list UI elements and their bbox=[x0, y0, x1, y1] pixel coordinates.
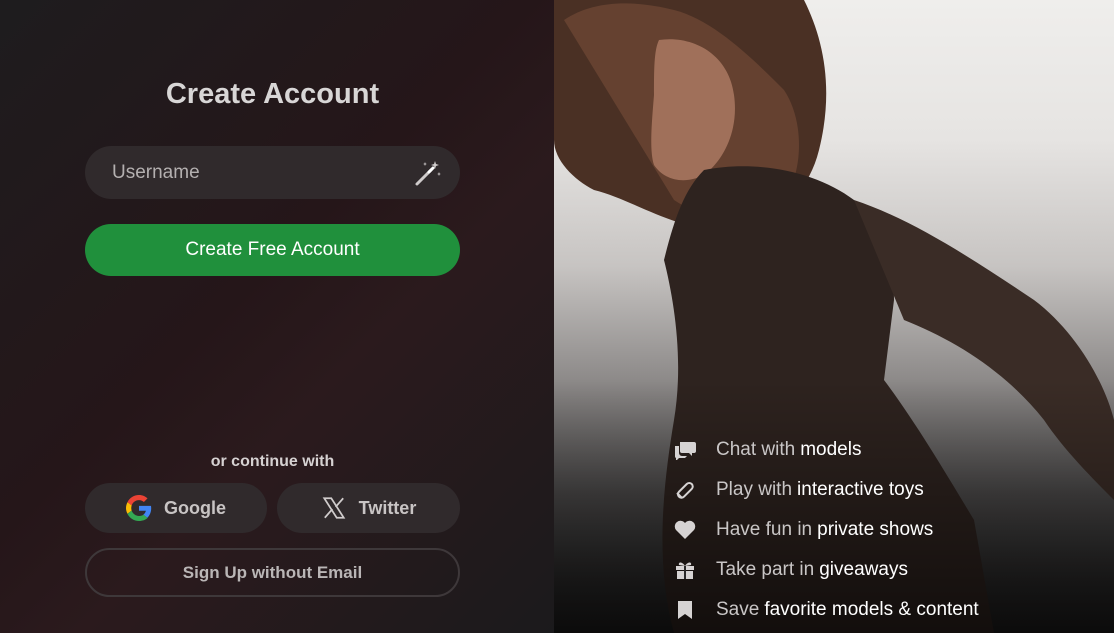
google-signin-button[interactable]: Google bbox=[85, 483, 267, 533]
page-title: Create Account bbox=[165, 78, 380, 110]
bookmark-icon bbox=[674, 599, 696, 621]
toy-icon bbox=[674, 479, 696, 501]
feature-highlight: favorite models & content bbox=[764, 599, 979, 620]
gift-icon bbox=[674, 559, 696, 581]
feature-item: Take part in giveaways bbox=[674, 550, 979, 590]
feature-text: Have fun in bbox=[716, 519, 813, 540]
magic-wand-icon[interactable] bbox=[413, 158, 443, 188]
feature-item: Have fun in private shows bbox=[674, 510, 979, 550]
google-icon bbox=[126, 495, 152, 521]
chat-icon bbox=[674, 439, 696, 461]
feature-text: Take part in bbox=[716, 559, 815, 580]
twitter-label: Twitter bbox=[358, 497, 417, 518]
username-input[interactable] bbox=[112, 161, 402, 184]
heart-icon bbox=[674, 519, 696, 541]
or-continue-label: or continue with bbox=[210, 453, 335, 470]
feature-list: Chat with models Play with interactive toy… bbox=[674, 430, 979, 630]
feature-highlight: models bbox=[800, 439, 862, 460]
twitter-signin-button[interactable]: Twitter bbox=[277, 483, 460, 533]
feature-item: Save favorite models & content bbox=[674, 590, 979, 630]
signup-panel: Create Account Create Free Account or co… bbox=[0, 0, 554, 633]
create-account-button[interactable]: Create Free Account bbox=[85, 224, 460, 276]
feature-item: Play with interactive toys bbox=[674, 470, 979, 510]
feature-highlight: interactive toys bbox=[797, 479, 924, 500]
signup-without-email-button[interactable]: Sign Up without Email bbox=[85, 548, 460, 597]
promo-panel: Chat with models Play with interactive toy… bbox=[554, 0, 1114, 633]
google-label: Google bbox=[164, 497, 226, 518]
feature-highlight: giveaways bbox=[819, 559, 908, 580]
feature-text: Chat with bbox=[716, 439, 796, 460]
feature-text: Play with bbox=[716, 479, 793, 500]
username-field-wrapper bbox=[85, 146, 460, 199]
feature-item: Chat with models bbox=[674, 430, 979, 470]
x-logo-icon bbox=[322, 497, 345, 519]
feature-highlight: private shows bbox=[817, 519, 934, 540]
feature-text: Save bbox=[716, 599, 760, 620]
